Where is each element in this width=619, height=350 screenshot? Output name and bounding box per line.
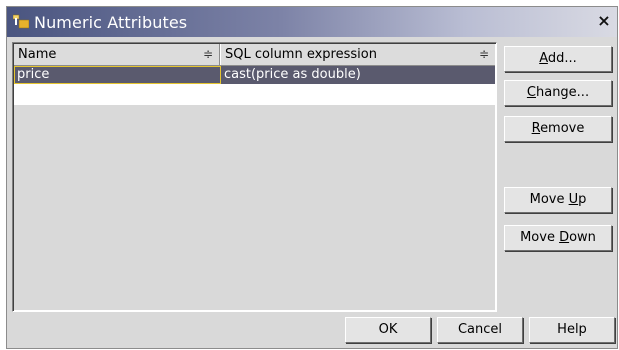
sort-icon[interactable]: ≑ [479, 44, 489, 65]
table-row[interactable]: price cast(price as double) [14, 66, 495, 84]
sql-expression-cell[interactable]: cast(price as double) [222, 66, 361, 84]
title-bar[interactable]: Numeric Attributes × [7, 7, 617, 37]
cancel-button[interactable]: Cancel [437, 317, 523, 343]
move-down-button[interactable]: Move Down [504, 225, 612, 251]
numeric-attributes-dialog: Numeric Attributes × Name ≑ SQL column e… [6, 6, 618, 349]
move-up-button[interactable]: Move Up [504, 187, 612, 213]
name-cell[interactable]: price [14, 66, 221, 84]
column-header-name[interactable]: Name ≑ [14, 44, 220, 65]
table-header: Name ≑ SQL column expression ≑ [14, 44, 495, 66]
window-title: Numeric Attributes [34, 13, 188, 32]
help-button[interactable]: Help [529, 317, 615, 343]
column-header-name-label: Name [18, 47, 57, 62]
attributes-table: Name ≑ SQL column expression ≑ price cas… [12, 42, 497, 312]
column-header-sql-expression[interactable]: SQL column expression ≑ [220, 44, 495, 65]
table-empty-area [14, 105, 495, 310]
empty-row [14, 84, 495, 105]
remove-button[interactable]: Remove [504, 116, 612, 142]
ok-button[interactable]: OK [345, 317, 431, 343]
add-button[interactable]: Add... [504, 46, 612, 72]
sort-icon[interactable]: ≑ [203, 44, 213, 65]
change-button[interactable]: Change... [504, 80, 612, 106]
folder-icon [13, 14, 29, 29]
close-button[interactable]: × [595, 12, 613, 30]
column-header-sql-label: SQL column expression [225, 47, 377, 62]
